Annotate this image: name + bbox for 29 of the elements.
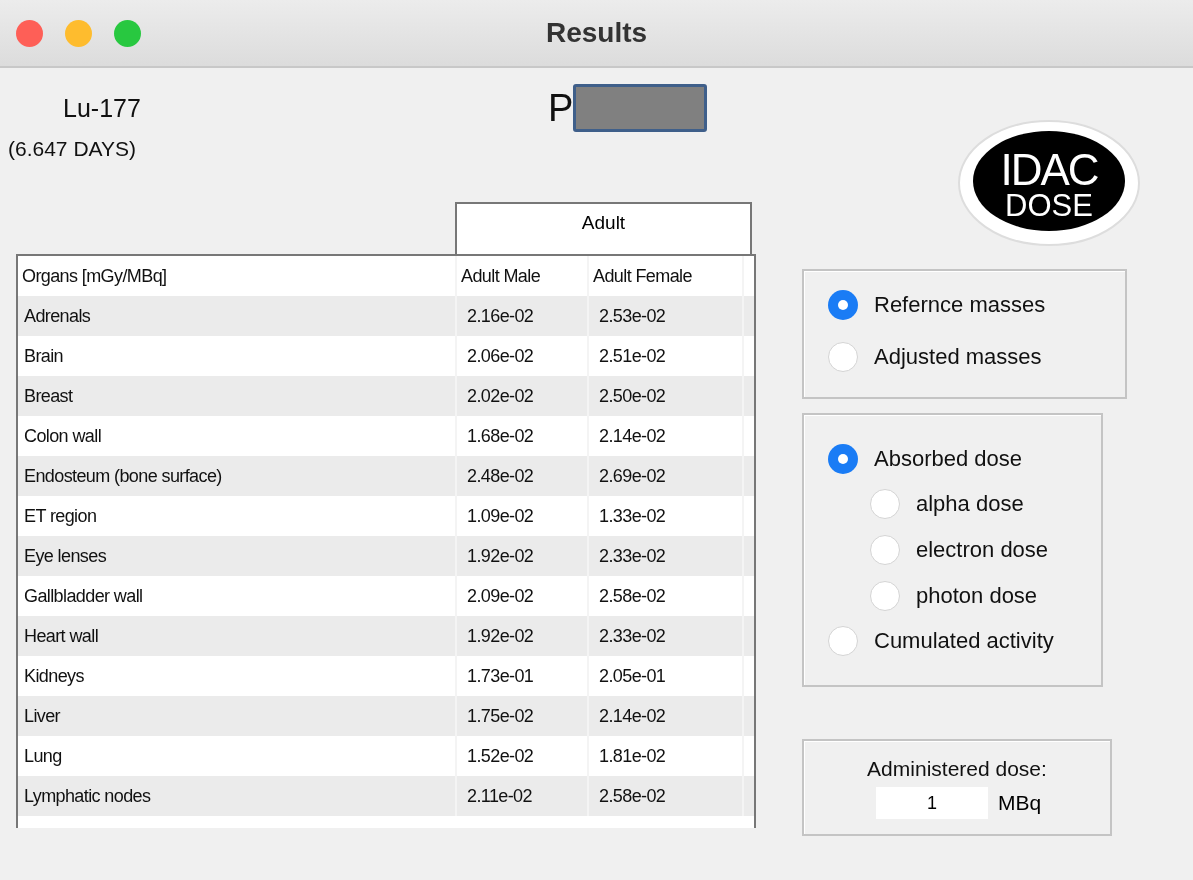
minimize-icon[interactable] (65, 19, 92, 47)
radio-button[interactable] (870, 489, 900, 519)
table-cell: 2.11e-02 (457, 776, 589, 816)
radio-label: Refernce masses (874, 292, 1046, 318)
radio-label: alpha dose (916, 491, 1024, 517)
radio-button[interactable] (828, 626, 858, 656)
unit-label: MBq (998, 791, 1042, 815)
radio-label: Absorbed dose (874, 446, 1022, 472)
radio-button[interactable] (828, 290, 858, 320)
radio-button[interactable] (828, 342, 858, 372)
column-group-header: Adult (455, 202, 752, 254)
dose-input-field[interactable]: 1 (876, 787, 988, 819)
window-title: Results (545, 17, 648, 48)
radio-button[interactable] (828, 444, 858, 474)
radio-label: electron dose (916, 537, 1049, 563)
logo-icon: IDAC DOSE (957, 119, 1142, 247)
radio-button[interactable] (870, 535, 900, 565)
zoom-icon[interactable] (114, 19, 141, 47)
radio-label: Adjusted masses (874, 344, 1042, 370)
phantom-label: P (548, 86, 574, 130)
half-life: (6.647 DAYS) (8, 137, 136, 161)
table-cell: 2.58e-02 (589, 776, 744, 816)
administered-dose-label: Administered dose: (866, 757, 1048, 781)
table-cell: Lymphatic nodes (18, 776, 457, 816)
radio-button[interactable] (870, 581, 900, 611)
radio-label: photon dose (916, 583, 1038, 609)
radio-label: Cumulated activity (874, 628, 1054, 654)
close-icon[interactable] (16, 19, 43, 47)
nuclide-name: Lu-177 (63, 94, 141, 123)
